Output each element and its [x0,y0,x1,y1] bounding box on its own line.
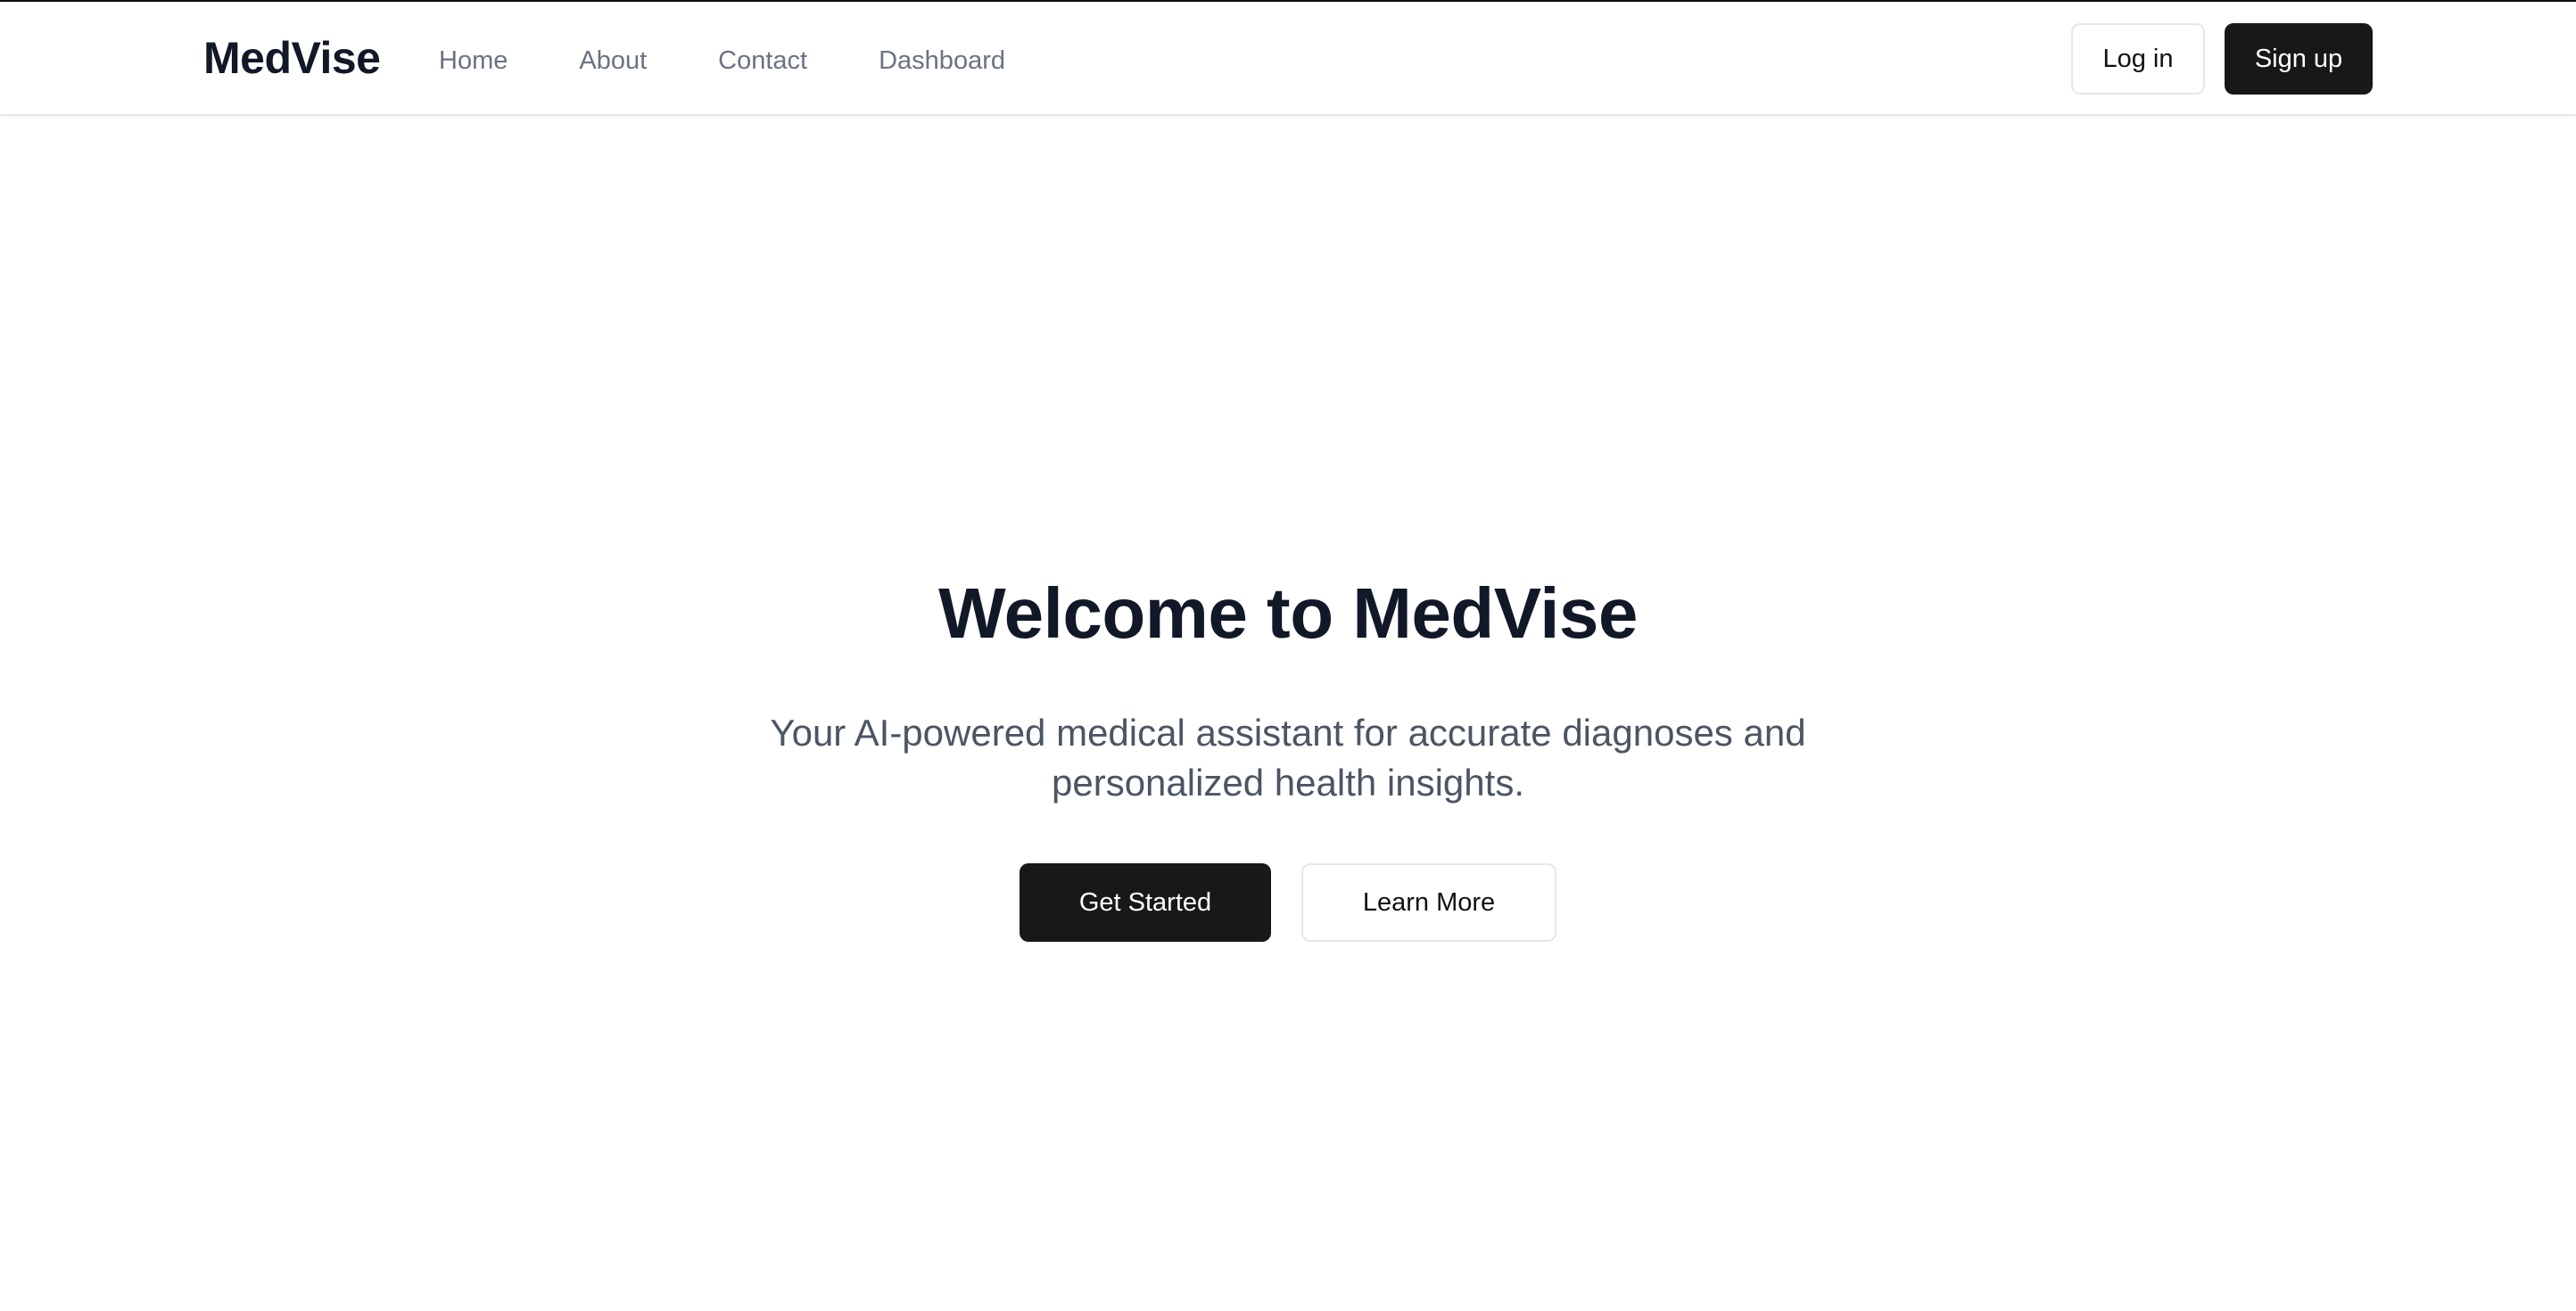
signup-button[interactable]: Sign up [2225,23,2373,95]
nav-links: Home About Contact Dashboard [439,46,1077,76]
navbar: MedVise Home About Contact Dashboard Log… [0,2,2576,116]
learn-more-button[interactable]: Learn More [1301,863,1556,942]
nav-link-dashboard[interactable]: Dashboard [879,46,1005,76]
hero-actions: Get Started Learn More [0,863,2576,942]
brand-logo[interactable]: MedVise [203,32,381,84]
hero-subtitle: Your AI-powered medical assistant for ac… [770,712,1806,804]
hero-title: Welcome to MedVise [938,573,1638,653]
nav-link-home[interactable]: Home [439,46,508,76]
nav-link-about[interactable]: About [579,46,647,76]
hero-section: Welcome to MedVise Your AI-powered medic… [0,571,2576,942]
nav-link-contact[interactable]: Contact [718,46,807,76]
login-button[interactable]: Log in [2071,23,2205,95]
get-started-button[interactable]: Get Started [1020,863,1271,942]
